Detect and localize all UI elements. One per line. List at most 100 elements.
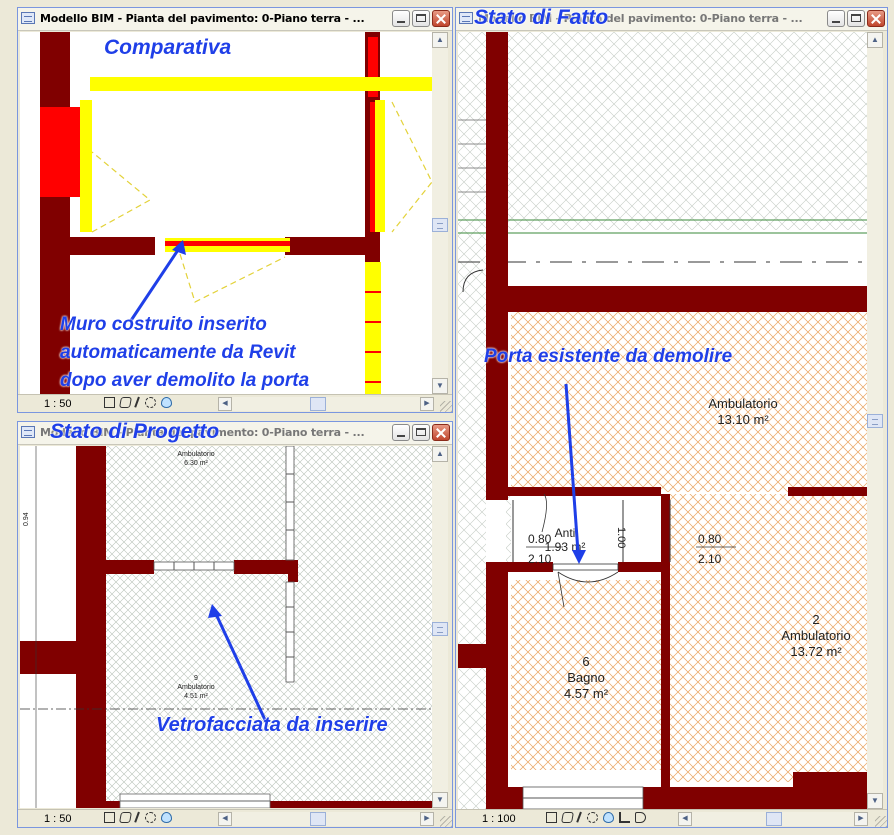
scroll-left-button[interactable]: ◀ <box>218 397 232 411</box>
maximize-button[interactable] <box>412 10 430 27</box>
room-number-ambulatorio-2: 2 <box>812 612 819 627</box>
scale-label[interactable]: 1 : 100 <box>482 813 516 825</box>
view-heading: Stato di Progetto <box>50 421 220 443</box>
dimension-vertical: 0.94 <box>23 512 30 526</box>
maximize-button[interactable] <box>412 424 430 441</box>
sun-path-icon[interactable] <box>134 811 142 824</box>
annotation-line-3: dopo aver demolito la porta <box>60 370 310 391</box>
minimize-button[interactable] <box>827 10 845 27</box>
scroll-right-button[interactable]: ▶ <box>854 812 868 826</box>
scale-label[interactable]: 1 : 50 <box>44 398 72 410</box>
detail-level-icon[interactable] <box>104 812 115 823</box>
sun-path-icon[interactable] <box>134 396 142 409</box>
vertical-scrollbar[interactable]: ▲ ▼ <box>432 32 448 394</box>
annotation-line-1: Muro costruito inserito <box>60 314 267 335</box>
room-area-bagno: 4.57 m² <box>564 686 609 701</box>
door-tag-right-height: 2.10 <box>698 552 722 566</box>
window-stato-di-fatto[interactable]: Modello BIM - Pianta del pavimento: 0-Pi… <box>455 7 888 828</box>
view-control-bar: 1 : 50 ◀ ▶ <box>18 809 452 827</box>
minimize-button[interactable] <box>392 10 410 27</box>
revit-view-icon <box>21 426 35 438</box>
visual-style-icon[interactable] <box>119 812 132 823</box>
maximize-button[interactable] <box>847 10 865 27</box>
scroll-down-button[interactable]: ▼ <box>432 378 448 394</box>
vertical-scrollbar[interactable]: ▲ ▼ <box>867 32 883 809</box>
room-top-area: 6.30 m² <box>184 460 208 467</box>
room-name-ambulatorio-top: Ambulatorio <box>708 396 777 411</box>
horizontal-scrollbar[interactable]: ◀ ▶ <box>218 812 434 826</box>
horizontal-scrollbar[interactable]: ◀ ▶ <box>218 397 434 411</box>
revit-view-icon <box>459 12 473 24</box>
close-button[interactable] <box>432 10 450 27</box>
annotation-text: Porta esistente da demolire <box>484 346 733 367</box>
scroll-left-button[interactable]: ◀ <box>218 812 232 826</box>
scroll-right-button[interactable]: ▶ <box>420 812 434 826</box>
view-heading: Stato di Fatto <box>474 7 609 29</box>
annotation-line-2: automaticamente da Revit <box>60 342 296 363</box>
view-control-bar: 1 : 100 ◀ ▶ <box>456 809 887 827</box>
scroll-down-button[interactable]: ▼ <box>867 793 883 809</box>
revit-view-icon <box>21 12 35 24</box>
resize-grip[interactable] <box>875 816 887 827</box>
h-scroll-thumb[interactable] <box>310 812 326 826</box>
room-mid-name: Ambulatorio <box>177 684 214 691</box>
drawing-canvas[interactable]: 0.80 2.10 0.80 2.10 1.00 Anti 1.93 m² Am… <box>458 32 867 809</box>
temporary-hide-icon[interactable] <box>635 812 646 823</box>
room-area-ambulatorio-top: 13.10 m² <box>717 412 769 427</box>
visual-style-icon[interactable] <box>119 397 132 408</box>
shadows-icon[interactable] <box>145 812 156 823</box>
detail-level-icon[interactable] <box>104 397 115 408</box>
close-button[interactable] <box>867 10 885 27</box>
scroll-up-button[interactable]: ▲ <box>432 32 448 48</box>
room-name-ambulatorio-2: Ambulatorio <box>781 628 850 643</box>
scroll-up-button[interactable]: ▲ <box>432 446 448 462</box>
scroll-left-button[interactable]: ◀ <box>678 812 692 826</box>
shadows-icon[interactable] <box>145 397 156 408</box>
scroll-thumb[interactable] <box>867 414 883 428</box>
window-stato-di-progetto[interactable]: Modello BIM - Pianta del pavimento: 0-Pi… <box>17 421 453 828</box>
view-heading: Comparativa <box>104 36 232 59</box>
reveal-hidden-icon[interactable] <box>161 397 172 408</box>
detail-level-icon[interactable] <box>546 812 557 823</box>
floor-plan-comparativa <box>40 32 432 394</box>
resize-grip[interactable] <box>440 401 452 412</box>
window-title: Modello BIM - Pianta del pavimento: 0-Pi… <box>40 12 365 25</box>
drawing-canvas[interactable]: Ambulatorio 6.30 m² 9 Ambulatorio 4.51 m… <box>20 446 432 808</box>
door-tag-left-height: 2.10 <box>528 552 552 566</box>
room-name-anti: Anti <box>555 526 576 540</box>
scale-label[interactable]: 1 : 50 <box>44 813 72 825</box>
floor-plan-fatto: 0.80 2.10 0.80 2.10 1.00 Anti 1.93 m² Am… <box>458 32 867 809</box>
room-name-bagno: Bagno <box>567 670 605 685</box>
minimize-button[interactable] <box>392 424 410 441</box>
visual-style-icon[interactable] <box>561 812 574 823</box>
window-title-bar[interactable]: Modello BIM - Pianta del pavimento: 0-Pi… <box>18 8 452 31</box>
window-comparativa[interactable]: Modello BIM - Pianta del pavimento: 0-Pi… <box>17 7 453 413</box>
crop-region-icon[interactable] <box>619 812 630 823</box>
floor-plan-progetto: Ambulatorio 6.30 m² 9 Ambulatorio 4.51 m… <box>20 446 432 808</box>
scroll-up-button[interactable]: ▲ <box>867 32 883 48</box>
annotation-text: Vetrofacciata da inserire <box>156 714 388 736</box>
door-dimension: 1.00 <box>615 527 627 548</box>
drawing-canvas[interactable]: Comparativa Muro costruito inserito auto… <box>20 32 432 394</box>
resize-grip[interactable] <box>440 816 452 827</box>
view-control-bar: 1 : 50 ◀ ▶ <box>18 394 452 412</box>
room-mid-area: 4.51 m² <box>184 693 208 700</box>
scroll-thumb[interactable] <box>432 218 448 232</box>
close-button[interactable] <box>432 424 450 441</box>
shadows-icon[interactable] <box>587 812 598 823</box>
sun-path-icon[interactable] <box>576 811 584 824</box>
scroll-right-button[interactable]: ▶ <box>420 397 434 411</box>
h-scroll-thumb[interactable] <box>310 397 326 411</box>
scroll-thumb[interactable] <box>432 622 448 636</box>
door-tag-right-width: 0.80 <box>698 532 722 546</box>
scroll-down-button[interactable]: ▼ <box>432 792 448 808</box>
h-scroll-thumb[interactable] <box>766 812 782 826</box>
vertical-scrollbar[interactable]: ▲ ▼ <box>432 446 448 808</box>
reveal-hidden-icon[interactable] <box>161 812 172 823</box>
room-number-bagno: 6 <box>582 654 589 669</box>
horizontal-scrollbar[interactable]: ◀ ▶ <box>678 812 868 826</box>
room-mid-number: 9 <box>194 675 198 682</box>
room-area-ambulatorio-2: 13.72 m² <box>790 644 842 659</box>
reveal-hidden-icon[interactable] <box>603 812 614 823</box>
room-top-name: Ambulatorio <box>177 451 214 458</box>
